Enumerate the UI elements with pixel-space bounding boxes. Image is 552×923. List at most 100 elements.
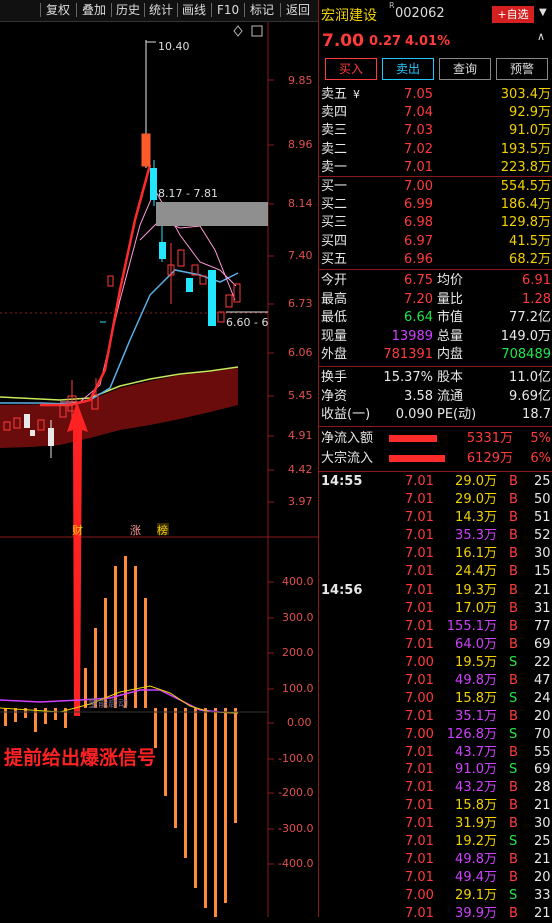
stat-value: 0.090 (395, 407, 433, 423)
stat-label: 量比 (437, 291, 464, 307)
stat-row: 换手 15.37% 股本 11.0亿 (319, 369, 552, 387)
price-tick: 9.85 (288, 74, 313, 87)
stat-value: 781391 (383, 347, 433, 363)
stat-row: 净资 3.58 流通 9.69亿 (319, 388, 552, 406)
bid-row[interactable]: 买一 7.00 554.5万 (319, 178, 552, 196)
bid-label: 买二 (321, 197, 348, 213)
tick-row: 7.01 39.9万 B 21 (319, 905, 552, 923)
bid-row[interactable]: 买二 6.99 186.4万 (319, 196, 552, 214)
sell-button[interactable]: 卖出 (382, 58, 434, 80)
toolbar-draw-line[interactable]: 画线 (180, 2, 208, 18)
tick-volume: 49.4万 (455, 869, 497, 885)
bid-volume: 41.5万 (509, 233, 551, 249)
tick-side: B (509, 869, 518, 885)
tick-side: S (509, 887, 518, 903)
tick-row: 7.01 19.2万 S 25 (319, 833, 552, 851)
tick-row: 7.01 15.8万 B 21 (319, 797, 552, 815)
tick-count: 21 (534, 798, 551, 814)
tick-side: S (509, 726, 518, 742)
indicator-tick: -200.0 (278, 786, 314, 799)
chart-canvas (0, 22, 318, 917)
flow-bar (389, 455, 445, 462)
stat-label: 收益(一) (321, 407, 371, 423)
stat-label: 市值 (437, 310, 464, 326)
tick-count: 20 (534, 869, 551, 885)
tick-count: 52 (534, 527, 551, 543)
ask-price: 7.05 (404, 87, 433, 102)
bid-row[interactable]: 买四 6.97 41.5万 (319, 233, 552, 251)
ask-row[interactable]: 卖五 ¥ 7.05 303.4万 (319, 86, 552, 104)
bid-row[interactable]: 买三 6.98 129.8万 (319, 214, 552, 232)
toolbar-overlay[interactable]: 叠加 (80, 2, 108, 18)
tick-side: B (509, 672, 518, 688)
price-tick-marks (268, 79, 274, 865)
toolbar-back[interactable]: 返回 (284, 2, 312, 18)
tick-price: 7.01 (405, 834, 434, 849)
toolbar-history[interactable]: 历史 (114, 2, 142, 18)
tick-price: 7.01 (405, 744, 434, 760)
bid-row[interactable]: 买五 6.96 68.2万 (319, 251, 552, 269)
limit-up-marker[interactable]: 涨 (130, 522, 141, 538)
ask-row[interactable]: 卖一 7.01 223.8万 (319, 159, 552, 177)
tick-volume: 35.1万 (455, 708, 497, 724)
flow-value: 5331万 (466, 431, 513, 446)
tick-row: 7.00 29.1万 S 33 (319, 887, 552, 905)
indicator-tick: -100.0 (278, 752, 314, 765)
tick-volume: 126.8万 (446, 726, 497, 742)
tick-volume: 35.3万 (455, 527, 497, 543)
tick-volume: 43.7万 (455, 744, 497, 760)
tick-volume: 14.3万 (455, 509, 497, 525)
ask-row[interactable]: 卖三 7.03 91.0万 (319, 122, 552, 140)
diamond-icon[interactable] (233, 25, 243, 37)
toolbar-statistics[interactable]: 统计 (147, 2, 175, 18)
kline-chart[interactable]: 9.85 8.96 8.14 7.40 6.73 6.06 5.45 4.91 … (0, 22, 318, 917)
tick-row: 7.01 31.9万 B 30 (319, 815, 552, 833)
bid-label: 买四 (321, 233, 348, 249)
tick-count: 50 (534, 491, 551, 507)
add-watchlist-button[interactable]: +自选 (492, 6, 534, 23)
stock-name: 宏润建设 (321, 8, 377, 24)
tick-count: 77 (534, 619, 551, 635)
toolbar-restore-rights[interactable]: 复权 (44, 2, 72, 18)
stat-row: 今开 6.75 均价 6.91 (319, 272, 552, 290)
tick-side: B (509, 708, 518, 724)
indicator-tick: 200.0 (282, 646, 314, 659)
expand-icon[interactable]: ∧ (537, 30, 545, 43)
bid-label: 买三 (321, 215, 348, 231)
price-tick: 4.42 (288, 463, 313, 476)
buy-button[interactable]: 买入 (325, 58, 377, 80)
ask-row[interactable]: 卖二 7.02 193.5万 (319, 141, 552, 159)
toolbar-divider (211, 3, 212, 17)
tick-side: B (509, 744, 518, 760)
query-button[interactable]: 查询 (439, 58, 491, 80)
price-tick: 8.14 (288, 197, 313, 210)
dropdown-icon[interactable]: ▼ (539, 7, 547, 18)
tick-row: 7.01 155.1万 B 77 (319, 618, 552, 636)
list-marker[interactable]: 榜 (157, 522, 168, 538)
maximize-icon[interactable] (251, 25, 263, 37)
toolbar-mark[interactable]: 标记 (248, 2, 276, 18)
tick-volume: 49.8万 (455, 851, 497, 867)
alert-button[interactable]: 预警 (496, 58, 548, 80)
name-marker: R (389, 1, 395, 10)
ask-row[interactable]: 卖四 7.04 92.9万 (319, 104, 552, 122)
chart-toolbar: 复权 叠加 历史 统计 画线 F10 标记 返回 (0, 0, 318, 22)
finance-marker[interactable]: 财 (72, 522, 83, 538)
tick-price: 7.01 (405, 545, 434, 561)
tick-row: 7.00 126.8万 S 70 (319, 726, 552, 744)
stat-label: 内盘 (437, 347, 464, 363)
stat-label: 净资 (321, 388, 348, 404)
price-tick: 3.97 (288, 495, 313, 508)
tick-row: 7.01 16.1万 B 30 (319, 545, 552, 563)
tick-price: 7.01 (405, 851, 434, 867)
stat-value: 13989 (391, 328, 433, 344)
tick-price: 7.01 (405, 708, 434, 724)
price-change: 0.27 (369, 34, 402, 49)
tick-side: S (509, 834, 518, 849)
tick-count: 51 (534, 509, 551, 525)
toolbar-divider (144, 3, 145, 17)
toolbar-f10[interactable]: F10 (215, 2, 241, 18)
bid-volume: 68.2万 (509, 251, 551, 267)
tick-price: 7.00 (405, 887, 434, 903)
tick-count: 21 (534, 905, 551, 921)
